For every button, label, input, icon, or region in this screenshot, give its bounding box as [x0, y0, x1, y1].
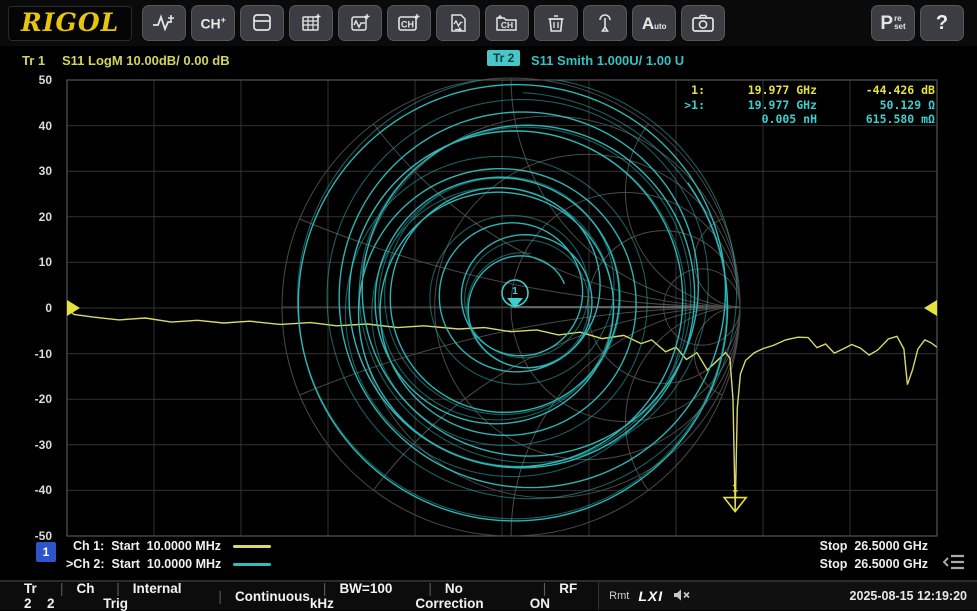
y-tick-label: 10 [0, 254, 52, 270]
status-items: Tr 2Ch 2Internal TrigContinuousBW=100 kH… [0, 581, 598, 611]
touch-button[interactable] [583, 5, 627, 41]
status-item-ch-2[interactable]: Ch 2 [47, 581, 103, 611]
add-channel-icon: CH+ [200, 16, 226, 31]
trace1-label[interactable]: Tr 1 [22, 53, 45, 68]
y-tick-label: 0 [0, 300, 52, 316]
help-icon: ? [936, 12, 948, 35]
marker1c-label [663, 112, 705, 127]
save-channel-icon: CH [396, 11, 422, 35]
y-tick-label: -10 [0, 346, 52, 362]
status-item-no-correction[interactable]: No Correction [415, 581, 529, 611]
touch-icon [593, 11, 617, 35]
marker1c-res: 615.580 mΩ [817, 112, 935, 127]
recall-channel-button[interactable]: CH [485, 5, 529, 41]
marker1b-label: >1: [663, 98, 705, 113]
rect-grid [67, 80, 937, 536]
marker1c-ind: 0.005 nH [705, 112, 817, 127]
preset-button[interactable]: P reset [871, 5, 915, 41]
lxi-logo: LXI [638, 588, 663, 604]
channel1-stop: Stop 26.5000 GHz [820, 537, 928, 555]
recall-trace-icon [446, 11, 470, 35]
channel2-start: >Ch 2: Start 10.0000 MHz [66, 557, 221, 571]
help-button[interactable]: ? [920, 5, 964, 41]
marker1b-freq: 19.977 GHz [705, 98, 817, 113]
plot-area[interactable]: 11 50403020100-10-20-30-40-50 1: 19.977 … [0, 74, 977, 580]
marker-table-icon [299, 11, 323, 35]
preset-icon: P reset [880, 14, 905, 33]
marker1-freq: 19.977 GHz [705, 83, 817, 98]
smith-reactance-arcs [0, 74, 977, 580]
auto-scale-button[interactable]: Auto [632, 5, 676, 41]
datetime: 2025-08-15 12:19:20 [850, 589, 967, 603]
y-tick-label: 40 [0, 118, 52, 134]
y-tick-label: -20 [0, 391, 52, 407]
camera-icon [690, 11, 716, 35]
remote-status: Rmt [609, 590, 629, 602]
recall-channel-icon: CH [494, 11, 520, 35]
marker-readout: 1: 19.977 GHz -44.426 dB >1: 19.977 GHz … [663, 83, 935, 127]
auto-icon: Auto [642, 15, 667, 32]
trace2-color-sample [233, 563, 271, 566]
delete-button[interactable] [534, 5, 578, 41]
trace2-settings[interactable]: S11 Smith 1.000U/ 1.00 U [531, 53, 684, 68]
menu-expand-icon [943, 552, 967, 572]
save-channel-button[interactable]: CH [387, 5, 431, 41]
y-axis-labels: 50403020100-10-20-30-40-50 [0, 74, 60, 580]
recall-trace-button[interactable] [436, 5, 480, 41]
window-number-badge[interactable]: 1 [36, 542, 56, 562]
svg-text:CH: CH [501, 20, 513, 30]
marker-table-button[interactable] [289, 5, 333, 41]
trash-icon [544, 11, 568, 35]
window-layout-icon [250, 11, 274, 35]
channel2-stop: Stop 26.5000 GHz [820, 555, 928, 573]
y-tick-label: 20 [0, 209, 52, 225]
svg-text:1: 1 [732, 483, 738, 495]
svg-text:1: 1 [512, 286, 518, 297]
trace1-color-sample [233, 545, 271, 548]
save-trace-button[interactable] [338, 5, 382, 41]
screenshot-button[interactable] [681, 5, 725, 41]
rigol-logo: RIGOL [8, 6, 132, 41]
window-layout-button[interactable] [240, 5, 284, 41]
add-channel-button[interactable]: CH+ [191, 5, 235, 41]
add-trace-icon [151, 11, 177, 35]
svg-text:CH: CH [401, 20, 414, 30]
y-tick-label: 30 [0, 163, 52, 179]
chart-canvas[interactable]: 11 [0, 74, 977, 580]
channel2-row[interactable]: >Ch 2: Start 10.0000 MHz [66, 555, 271, 573]
status-item-tr-2[interactable]: Tr 2 [24, 581, 47, 611]
toolbar: RIGOL CH+ CH [0, 0, 977, 46]
trace-bar: Tr 1 S11 LogM 10.00dB/ 0.00 dB Tr 2 S11 … [0, 46, 977, 74]
channel1-start: Ch 1: Start 10.0000 MHz [73, 539, 221, 553]
marker1-label: 1: [663, 83, 705, 98]
y-tick-label: -40 [0, 482, 52, 498]
trace2-active-badge[interactable]: Tr 2 [487, 50, 520, 66]
status-right: Rmt LXI 2025-08-15 12:19:20 [598, 582, 977, 610]
status-item-rf-on[interactable]: RF ON [530, 581, 598, 611]
status-item-continuous[interactable]: Continuous [205, 589, 310, 604]
menu-expand-button[interactable] [943, 552, 967, 577]
y-tick-label: -30 [0, 437, 52, 453]
vna-screen: RIGOL CH+ CH [0, 0, 977, 610]
save-trace-icon [348, 11, 372, 35]
status-item-internal-trig[interactable]: Internal Trig [103, 581, 205, 611]
marker1b-value: 50.129 Ω [817, 98, 935, 113]
stop-freq-info: Stop 26.5000 GHz Stop 26.5000 GHz [820, 537, 928, 573]
status-bar: Tr 2Ch 2Internal TrigContinuousBW=100 kH… [0, 580, 977, 610]
y-tick-label: 50 [0, 72, 52, 88]
status-item-bw-100-khz[interactable]: BW=100 kHz [310, 581, 415, 611]
mute-icon[interactable] [672, 587, 692, 606]
ref-level-marker-right[interactable] [924, 300, 937, 316]
trace1-settings[interactable]: S11 LogM 10.00dB/ 0.00 dB [62, 53, 230, 68]
channel-info: Ch 1: Start 10.0000 MHz >Ch 2: Start 10.… [66, 537, 271, 573]
add-trace-button[interactable] [142, 5, 186, 41]
marker1-value: -44.426 dB [817, 83, 935, 98]
channel1-row[interactable]: Ch 1: Start 10.0000 MHz [66, 537, 271, 555]
